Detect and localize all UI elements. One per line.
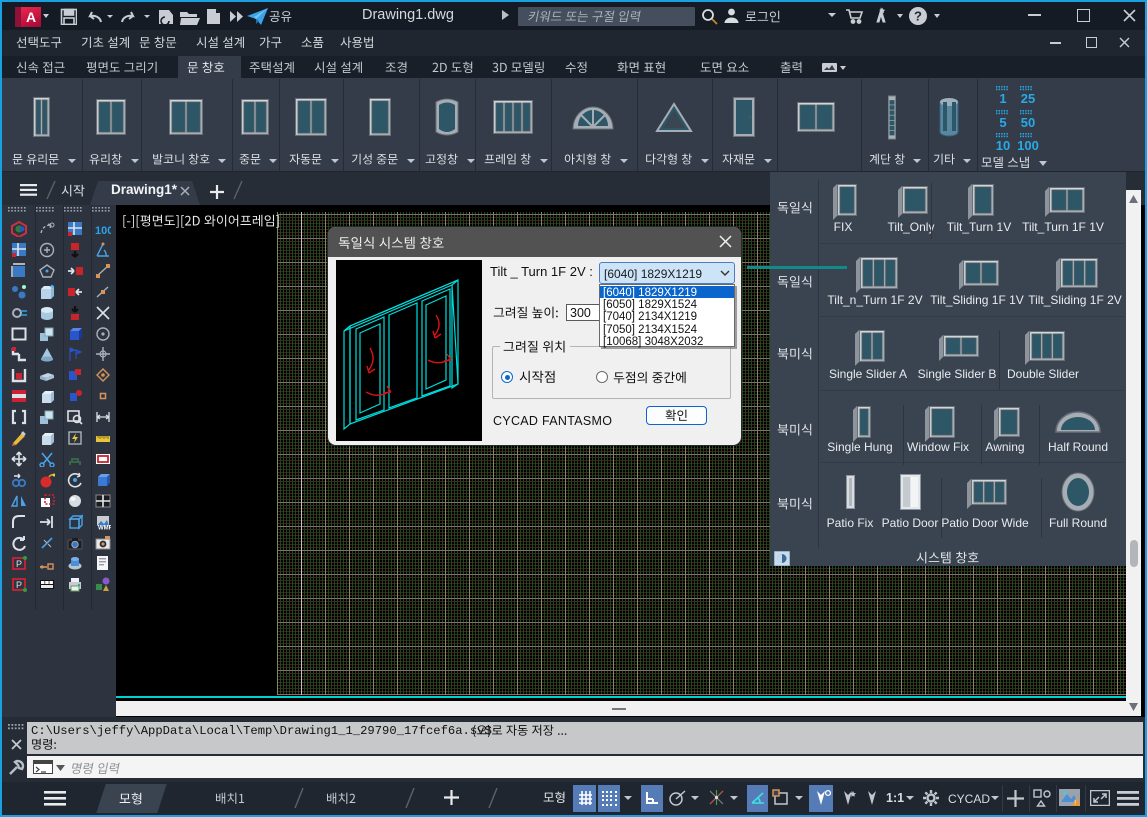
svg-text:P: P [16, 580, 22, 590]
svg-text:WMF: WMF [98, 525, 111, 530]
svg-text:?: ? [914, 9, 922, 24]
svg-text:100: 100 [95, 225, 111, 237]
svg-text:P: P [16, 559, 22, 569]
